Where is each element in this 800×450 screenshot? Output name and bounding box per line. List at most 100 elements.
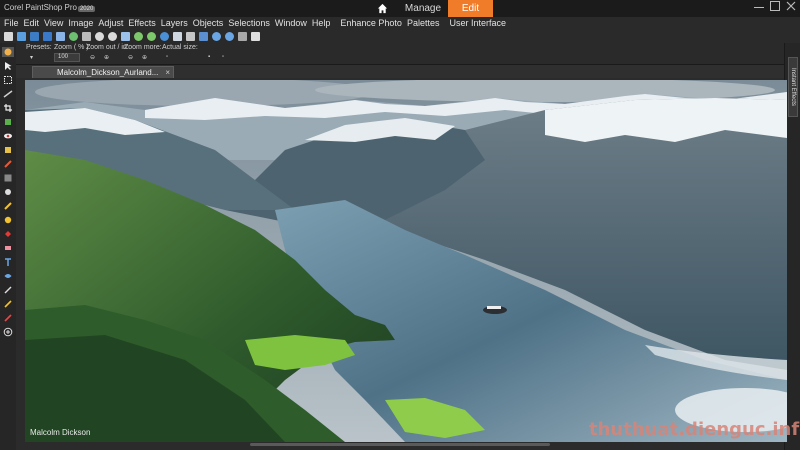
tool-paintbrush[interactable] bbox=[2, 201, 14, 211]
add-circle-icon bbox=[3, 327, 13, 337]
tool-redeye[interactable] bbox=[2, 131, 14, 141]
document-tab-title: Malcolm_Dickson_Aurland... bbox=[57, 68, 159, 77]
tool-pan[interactable] bbox=[2, 47, 14, 57]
zoom-in-button[interactable]: ⊕ bbox=[104, 54, 109, 61]
close-window-icon[interactable] bbox=[786, 1, 796, 11]
menu-bar: File Edit View Image Adjust Effects Laye… bbox=[0, 17, 800, 29]
home-tab[interactable] bbox=[366, 0, 398, 17]
text-icon bbox=[5, 258, 11, 266]
document-tab[interactable]: Malcolm_Dickson_Aurland... × bbox=[32, 66, 174, 78]
home-icon bbox=[377, 3, 387, 14]
fjord-photo bbox=[25, 80, 787, 442]
straighten-icon bbox=[3, 90, 13, 98]
menu-help[interactable]: Help bbox=[312, 18, 331, 28]
zoom-input[interactable]: 100 bbox=[54, 53, 80, 62]
save-icon[interactable] bbox=[43, 31, 52, 41]
zoom-more-out-button[interactable]: ⊖ bbox=[128, 54, 133, 61]
document-tab-bar: Malcolm_Dickson_Aurland... × bbox=[16, 65, 784, 78]
zoom-more-in-button[interactable]: ⊕ bbox=[142, 54, 147, 61]
presets-dropdown[interactable]: ▾ bbox=[30, 54, 33, 61]
tool-move[interactable] bbox=[2, 117, 14, 127]
palette-tab-instant-effects[interactable]: Instant Effects bbox=[788, 57, 798, 117]
tool-dodge[interactable] bbox=[2, 187, 14, 197]
tool-straighten[interactable] bbox=[2, 89, 14, 99]
rotate-right-icon[interactable] bbox=[147, 31, 156, 41]
crop-resize-icon[interactable] bbox=[121, 31, 130, 41]
menu-view[interactable]: View bbox=[44, 18, 63, 28]
shape-icon bbox=[4, 274, 12, 278]
fit-image-button[interactable]: ▫ bbox=[222, 54, 224, 60]
version-badge: 2020 bbox=[77, 6, 96, 12]
redo-icon[interactable] bbox=[108, 31, 117, 41]
menu-edit[interactable]: Edit bbox=[24, 18, 40, 28]
close-tab-icon[interactable]: × bbox=[165, 67, 170, 78]
move-icon bbox=[5, 119, 11, 125]
print-icon[interactable] bbox=[82, 31, 91, 41]
tool-eraser[interactable] bbox=[2, 243, 14, 253]
photo-credit: Malcolm Dickson bbox=[30, 428, 91, 437]
zoom-out-icon[interactable] bbox=[212, 31, 221, 41]
horizontal-scrollbar[interactable] bbox=[250, 443, 550, 446]
tool-color-replacer[interactable] bbox=[2, 215, 14, 225]
new-icon[interactable] bbox=[4, 31, 13, 41]
tab-edit[interactable]: Edit bbox=[448, 0, 493, 17]
tool-pick[interactable] bbox=[2, 61, 14, 71]
tool-selection[interactable] bbox=[2, 75, 14, 85]
menu-window[interactable]: Window bbox=[275, 18, 307, 28]
menu-user-interface[interactable]: User Interface bbox=[449, 18, 506, 28]
tool-crop[interactable] bbox=[2, 103, 14, 113]
menu-selections[interactable]: Selections bbox=[228, 18, 270, 28]
tab-manage[interactable]: Manage bbox=[398, 0, 448, 17]
open-icon[interactable] bbox=[17, 31, 26, 41]
color-replacer-icon bbox=[4, 216, 12, 224]
tool-picture-tube[interactable] bbox=[2, 313, 14, 323]
actual-size-button[interactable]: ▫ bbox=[166, 54, 168, 60]
fill-icon bbox=[5, 231, 11, 237]
tool-gradient[interactable] bbox=[2, 173, 14, 183]
zoom-out-button[interactable]: ⊖ bbox=[90, 54, 95, 61]
tool-pen[interactable] bbox=[2, 285, 14, 295]
menu-effects[interactable]: Effects bbox=[128, 18, 155, 28]
tool-text[interactable] bbox=[2, 257, 14, 267]
tools-panel bbox=[0, 43, 16, 450]
tool-fill[interactable] bbox=[2, 229, 14, 239]
minimize-icon[interactable] bbox=[754, 1, 764, 8]
presets-label: Presets: bbox=[26, 44, 52, 51]
makeover-icon bbox=[5, 147, 11, 153]
copy-icon[interactable] bbox=[56, 31, 65, 41]
fit-icon[interactable] bbox=[238, 31, 247, 41]
rotate-left-icon[interactable] bbox=[134, 31, 143, 41]
menu-layers[interactable]: Layers bbox=[161, 18, 188, 28]
film-icon[interactable] bbox=[186, 31, 195, 41]
selection-icon bbox=[4, 76, 12, 84]
window-arrange-icon[interactable] bbox=[251, 31, 260, 41]
tool-makeover[interactable] bbox=[2, 145, 14, 155]
eraser-icon bbox=[5, 246, 11, 250]
zoom-in-icon[interactable] bbox=[225, 31, 234, 41]
grid-icon[interactable] bbox=[199, 31, 208, 41]
menu-objects[interactable]: Objects bbox=[193, 18, 224, 28]
arrow-icon bbox=[5, 62, 12, 70]
tool-preset-shape[interactable] bbox=[2, 271, 14, 281]
info-icon[interactable] bbox=[160, 31, 169, 41]
share-icon[interactable] bbox=[69, 31, 78, 41]
maximize-icon[interactable] bbox=[770, 1, 780, 11]
tool-clone[interactable] bbox=[2, 159, 14, 169]
watermark-text: thuthuat.dienguc.info bbox=[589, 419, 800, 440]
tool-add-more[interactable] bbox=[2, 327, 14, 337]
menu-adjust[interactable]: Adjust bbox=[98, 18, 123, 28]
tool-warp[interactable] bbox=[2, 299, 14, 309]
crop-icon bbox=[4, 104, 12, 112]
menu-file[interactable]: File bbox=[4, 18, 19, 28]
pen-icon bbox=[4, 286, 12, 294]
app-logo: Corel PaintShop Pro 2020 bbox=[4, 3, 96, 12]
image-canvas[interactable] bbox=[25, 80, 787, 442]
undo-icon[interactable] bbox=[95, 31, 104, 41]
menu-image[interactable]: Image bbox=[68, 18, 93, 28]
fit-window-button[interactable]: ▪ bbox=[208, 54, 210, 60]
menu-enhance-photo[interactable]: Enhance Photo bbox=[340, 18, 402, 28]
layers-icon[interactable] bbox=[173, 31, 182, 41]
menu-palettes[interactable]: Palettes bbox=[407, 18, 440, 28]
hand-icon bbox=[4, 48, 12, 56]
scan-icon[interactable] bbox=[30, 31, 39, 41]
